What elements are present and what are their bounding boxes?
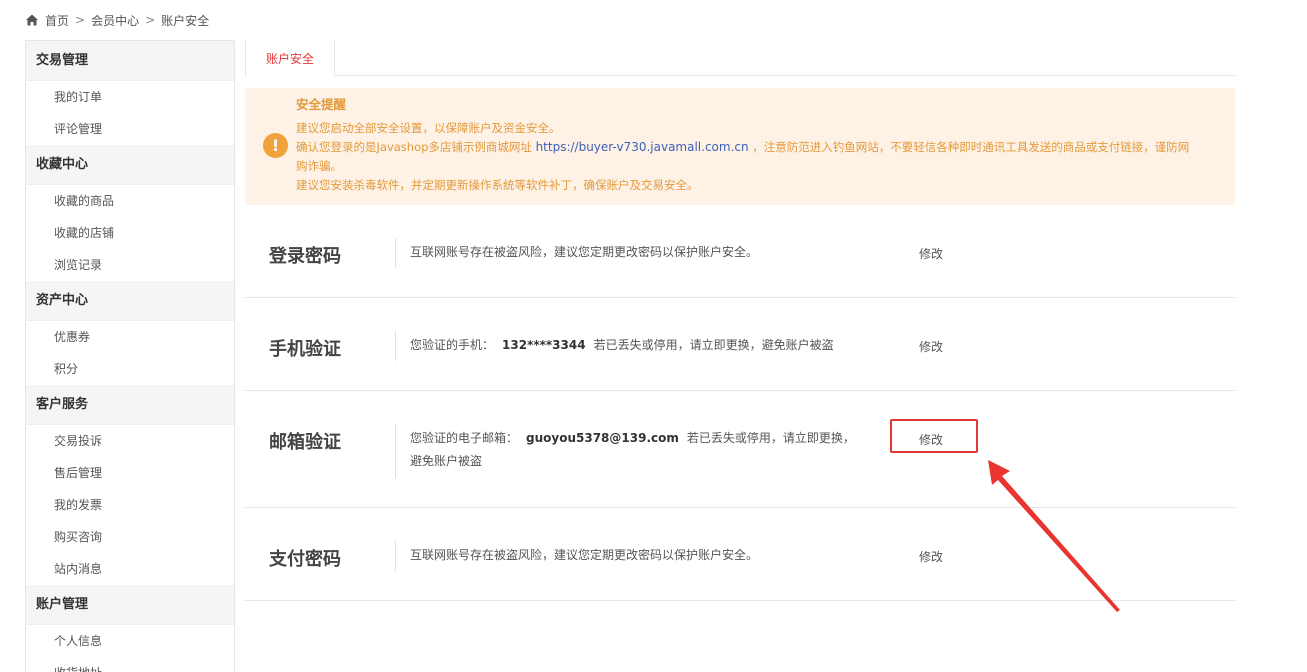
security-row-mobile: 手机验证 您验证的手机： 132****3344 若已丢失或停用，请立即更换，避免账… xyxy=(245,298,1235,391)
site-url-link[interactable]: https://buyer-v730.javamall.com.cn xyxy=(536,140,749,154)
modify-email-button[interactable]: 修改 xyxy=(919,431,943,448)
notice-line: 确认您登录的是Javashop多店铺示例商城网址 https://buyer-v… xyxy=(296,138,1235,157)
sidebar-group-title: 收藏中心 xyxy=(26,145,234,185)
security-row-title: 登录密码 xyxy=(269,246,341,267)
mobile-label: 您验证的手机： xyxy=(410,338,495,352)
breadcrumb-member-center[interactable]: 会员中心 xyxy=(91,12,139,29)
breadcrumb-current: 账户安全 xyxy=(161,13,210,28)
sidebar-item-invoices[interactable]: 我的发票 xyxy=(26,489,234,521)
security-row-desc: 您验证的电子邮箱： guoyou5378@139.com 若已丢失或停用，请立即更换… xyxy=(410,427,865,473)
tab-bar: 账户安全 xyxy=(245,40,1235,77)
modify-mobile-button[interactable]: 修改 xyxy=(919,338,943,355)
sidebar-group-title: 账户管理 xyxy=(26,585,234,625)
security-row-title: 手机验证 xyxy=(269,339,341,360)
sidebar-group-title: 客户服务 xyxy=(26,385,234,425)
sidebar-item-consultation[interactable]: 购买咨询 xyxy=(26,521,234,553)
security-row-login-password: 登录密码 互联网账号存在被盗风险，建议您定期更改密码以保护账户安全。 修改 xyxy=(245,205,1235,298)
mobile-value: 132****3344 xyxy=(502,338,586,352)
sidebar-group-title: 交易管理 xyxy=(26,41,234,81)
notice-line: 建议您启动全部安全设置，以保障账户及资金安全。 xyxy=(296,121,561,135)
sidebar-item-messages[interactable]: 站内消息 xyxy=(26,553,234,585)
security-notice: ! 安全提醒 建议您启动全部安全设置，以保障账户及资金安全。 确认您登录的是Ja… xyxy=(245,88,1235,205)
home-icon[interactable] xyxy=(25,13,39,27)
modify-login-password-button[interactable]: 修改 xyxy=(919,245,943,262)
tab-account-security[interactable]: 账户安全 xyxy=(245,40,335,77)
sidebar-item-history[interactable]: 浏览记录 xyxy=(26,249,234,281)
sidebar-item-points[interactable]: 积分 xyxy=(26,353,234,385)
sidebar-item-profile[interactable]: 个人信息 xyxy=(26,625,234,657)
email-value: guoyou5378@139.com xyxy=(526,431,679,445)
sidebar-item-favorite-shops[interactable]: 收藏的店铺 xyxy=(26,217,234,249)
security-row-desc: 您验证的手机： 132****3344 若已丢失或停用，请立即更换，避免账户被盗 xyxy=(410,334,865,357)
modify-pay-password-button[interactable]: 修改 xyxy=(919,548,943,565)
security-row-title: 支付密码 xyxy=(269,549,341,570)
breadcrumb-separator: > xyxy=(145,13,156,27)
notice-text: ，注意防范进入钓鱼网站，不要轻信各种即时通讯工具发送的商品或支付链接，谨防网 xyxy=(752,140,1190,154)
notice-line: 建议您安装杀毒软件，并定期更新操作系统等软件补丁，确保账户及交易安全。 xyxy=(296,178,699,192)
divider xyxy=(395,331,396,361)
sidebar-item-addresses[interactable]: 收货地址 xyxy=(26,657,234,672)
sidebar: 交易管理 我的订单 评论管理 收藏中心 收藏的商品 收藏的店铺 浏览记录 资产中… xyxy=(25,40,235,672)
divider xyxy=(395,541,396,571)
sidebar-item-reviews[interactable]: 评论管理 xyxy=(26,113,234,145)
security-row-title: 邮箱验证 xyxy=(269,432,341,453)
breadcrumb-home[interactable]: 首页 xyxy=(45,12,69,29)
notice-line: 购诈骗。 xyxy=(296,159,342,173)
breadcrumb-separator: > xyxy=(75,13,86,27)
security-row-desc: 互联网账号存在被盗风险，建议您定期更改密码以保护账户安全。 xyxy=(410,245,759,259)
mobile-hint: 若已丢失或停用，请立即更换，避免账户被盗 xyxy=(593,338,834,352)
divider xyxy=(395,424,396,478)
sidebar-item-after-sales[interactable]: 售后管理 xyxy=(26,457,234,489)
email-label: 您验证的电子邮箱： xyxy=(410,431,519,445)
sidebar-item-orders[interactable]: 我的订单 xyxy=(26,81,234,113)
sidebar-item-complaints[interactable]: 交易投诉 xyxy=(26,425,234,457)
breadcrumb: 首页 > 会员中心 > 账户安全 xyxy=(25,10,209,30)
sidebar-item-coupons[interactable]: 优惠券 xyxy=(26,321,234,353)
notice-title: 安全提醒 xyxy=(296,97,347,112)
sidebar-item-favorite-goods[interactable]: 收藏的商品 xyxy=(26,185,234,217)
sidebar-group-title: 资产中心 xyxy=(26,281,234,321)
warning-icon: ! xyxy=(263,133,288,158)
notice-text: 确认您登录的是Javashop多店铺示例商城网址 xyxy=(296,140,532,154)
security-row-desc: 互联网账号存在被盗风险，建议您定期更改密码以保护账户安全。 xyxy=(410,548,759,562)
divider xyxy=(395,238,396,268)
red-arrow-annotation xyxy=(988,460,1120,612)
